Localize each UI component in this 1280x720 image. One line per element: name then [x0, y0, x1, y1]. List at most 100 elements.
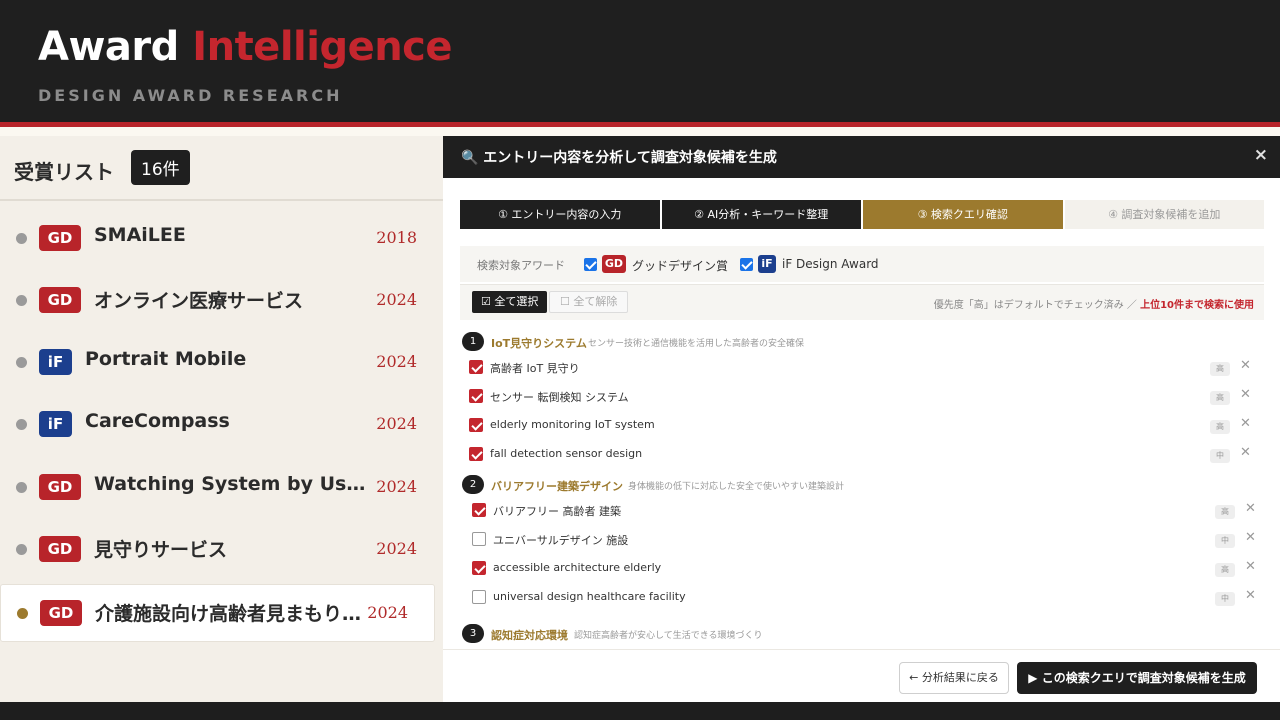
remove-query-icon[interactable]: ✕ — [1245, 501, 1256, 516]
remove-query-icon[interactable]: ✕ — [1245, 530, 1256, 545]
award-badge: GD — [40, 600, 82, 626]
query-checkbox[interactable] — [469, 447, 483, 461]
status-dot — [16, 357, 27, 368]
award-name: SMAiLEE — [94, 224, 186, 246]
priority-badge: 中 — [1215, 534, 1235, 548]
award-list-item[interactable]: iF CareCompass 2024 — [0, 396, 443, 454]
query-row: ユニバーサルデザイン 施設 中 ✕ — [472, 526, 1264, 554]
remove-query-icon[interactable]: ✕ — [1245, 559, 1256, 574]
remove-query-icon[interactable]: ✕ — [1240, 387, 1251, 402]
priority-badge: 高 — [1210, 362, 1230, 376]
group-description: 認知症高齢者が安心して生活できる環境づくり — [574, 631, 763, 641]
modal-header: 🔍 エントリー内容を分析して調査対象候補を生成 × — [443, 136, 1280, 178]
query-text: universal design healthcare facility — [493, 590, 686, 603]
query-text: バリアフリー 高齢者 建築 — [493, 505, 621, 518]
award-list-title: 受賞リスト — [14, 160, 114, 184]
step-tab-1[interactable]: ① エントリー内容の入力 — [460, 200, 660, 229]
step-tab-2[interactable]: ② AI分析・キーワード整理 — [661, 200, 861, 229]
if-award-name: iF Design Award — [782, 257, 879, 271]
award-name: Watching System by Using … — [94, 473, 366, 495]
remove-query-icon[interactable]: ✕ — [1240, 358, 1251, 373]
query-row: 高齢者 IoT 見守り 高 ✕ — [469, 354, 1264, 382]
group-title: 認知症対応環境 — [491, 629, 568, 642]
query-checkbox[interactable] — [469, 360, 483, 374]
query-group-header: 1 IoT見守りシステム センサー技術と通信機能を活用した高齢者の安全確保 — [460, 332, 1264, 352]
group-description: 身体機能の低下に対応した安全で使いやすい建築設計 — [628, 482, 845, 492]
award-year: 2018 — [376, 228, 417, 247]
award-list-item[interactable]: GD Watching System by Using … 2024 — [0, 459, 443, 517]
query-row: elderly monitoring IoT system 高 ✕ — [469, 412, 1264, 440]
priority-badge: 高 — [1215, 563, 1235, 577]
remove-query-icon[interactable]: ✕ — [1240, 416, 1251, 431]
query-row: fall detection sensor design 中 ✕ — [469, 441, 1264, 469]
query-checkbox[interactable] — [469, 418, 483, 432]
query-group-header: 3 認知症対応環境 認知症高齢者が安心して生活できる環境づくり — [460, 624, 1264, 644]
target-award-row: 検索対象アワード GD グッドデザイン賞 iF iF Design Award — [460, 246, 1264, 282]
query-list: 1 IoT見守りシステム センサー技術と通信機能を活用した高齢者の安全確保 高齢者 I… — [460, 332, 1264, 648]
priority-badge: 高 — [1215, 505, 1235, 519]
query-text: fall detection sensor design — [490, 447, 643, 460]
award-year: 2024 — [376, 539, 417, 558]
query-checkbox[interactable] — [472, 503, 486, 517]
step-tab-3[interactable]: ③ 検索クエリ確認 — [863, 200, 1063, 229]
award-list-item[interactable]: iF Portrait Mobile 2024 — [0, 334, 443, 392]
query-row: accessible architecture elderly 高 ✕ — [472, 555, 1264, 583]
back-to-analysis-button[interactable]: ← 分析結果に戻る — [899, 662, 1009, 694]
group-number: 3 — [462, 624, 484, 643]
header-spacer — [0, 127, 1280, 136]
query-checkbox[interactable] — [472, 532, 486, 546]
query-checkbox[interactable] — [472, 561, 486, 575]
status-dot — [16, 233, 27, 244]
award-list-item[interactable]: GD SMAiLEE 2018 — [0, 210, 443, 268]
award-year: 2024 — [376, 352, 417, 371]
modal-title: 🔍 エントリー内容を分析して調査対象候補を生成 — [461, 150, 777, 166]
award-badge: GD — [39, 474, 81, 500]
priority-badge: 中 — [1210, 449, 1230, 463]
query-group-header: 2 バリアフリー建築デザイン 身体機能の低下に対応した安全で使いやすい建築設計 — [460, 475, 1264, 495]
if-target-checkbox[interactable] — [740, 258, 753, 271]
list-divider — [0, 199, 443, 201]
generate-candidates-button[interactable]: ▶ この検索クエリで調査対象候補を生成 — [1017, 662, 1257, 694]
app-header: Award Intelligence DESIGN AWARD RESEARCH — [0, 0, 1280, 122]
gd-badge: GD — [602, 255, 626, 273]
status-dot — [16, 482, 27, 493]
query-row: センサー 転倒検知 システム 高 ✕ — [469, 383, 1264, 411]
award-list-item[interactable]: GD 見守りサービス 2024 — [0, 521, 443, 579]
group-number: 1 — [462, 332, 484, 351]
query-checkbox[interactable] — [472, 590, 486, 604]
group-description: センサー技術と通信機能を活用した高齢者の安全確保 — [588, 339, 805, 349]
award-year: 2024 — [367, 603, 408, 622]
status-dot — [16, 295, 27, 306]
remove-query-icon[interactable]: ✕ — [1240, 445, 1251, 460]
remove-query-icon[interactable]: ✕ — [1245, 588, 1256, 603]
priority-note: 優先度「高」はデフォルトでチェック済み ／ 上位10件まで検索に使用 — [934, 296, 1254, 311]
priority-note-text: 優先度「高」はデフォルトでチェック済み ／ — [933, 300, 1141, 311]
award-list-panel: 受賞リスト 16件 GD SMAiLEE 2018 GD オンライン医療サービス 2024… — [0, 136, 443, 702]
award-list-item[interactable]: GD オンライン医療サービス 2024 — [0, 272, 443, 330]
group-number: 2 — [462, 475, 484, 494]
award-badge: GD — [39, 225, 81, 251]
query-modal: 🔍 エントリー内容を分析して調査対象候補を生成 × ① エントリー内容の入力 ② … — [443, 136, 1280, 702]
award-list-item[interactable]: GD 介護施設向け高齢者見まもり… 2024 — [0, 584, 435, 642]
select-all-button[interactable]: ☑ 全て選択 — [472, 291, 548, 313]
group-title: バリアフリー建築デザイン — [491, 480, 623, 493]
deselect-all-button[interactable]: ☐ 全て解除 — [549, 291, 629, 313]
query-checkbox[interactable] — [469, 389, 483, 403]
award-year: 2024 — [376, 414, 417, 433]
close-icon[interactable]: × — [1254, 145, 1268, 165]
query-text: センサー 転倒検知 システム — [490, 391, 629, 404]
award-badge: iF — [39, 349, 72, 375]
status-dot — [16, 544, 27, 555]
award-badge: GD — [39, 536, 81, 562]
step-progress: ① エントリー内容の入力 ② AI分析・キーワード整理 ③ 検索クエリ確認 ④ 調査対… — [460, 200, 1264, 229]
select-controls-row: ☑ 全て選択 ☐ 全て解除 優先度「高」はデフォルトでチェック済み ／ 上位10… — [460, 284, 1264, 320]
query-text: elderly monitoring IoT system — [490, 418, 655, 431]
gd-target-checkbox[interactable] — [584, 258, 597, 271]
award-name: CareCompass — [85, 410, 230, 432]
step-tab-4[interactable]: ④ 調査対象候補を追加 — [1064, 200, 1264, 229]
priority-note-emphasis: 上位10件まで検索に使用 — [1140, 300, 1254, 311]
status-dot — [16, 419, 27, 430]
award-name: 介護施設向け高齢者見まもり… — [95, 603, 362, 625]
if-badge: iF — [758, 255, 776, 273]
award-badge: GD — [39, 287, 81, 313]
